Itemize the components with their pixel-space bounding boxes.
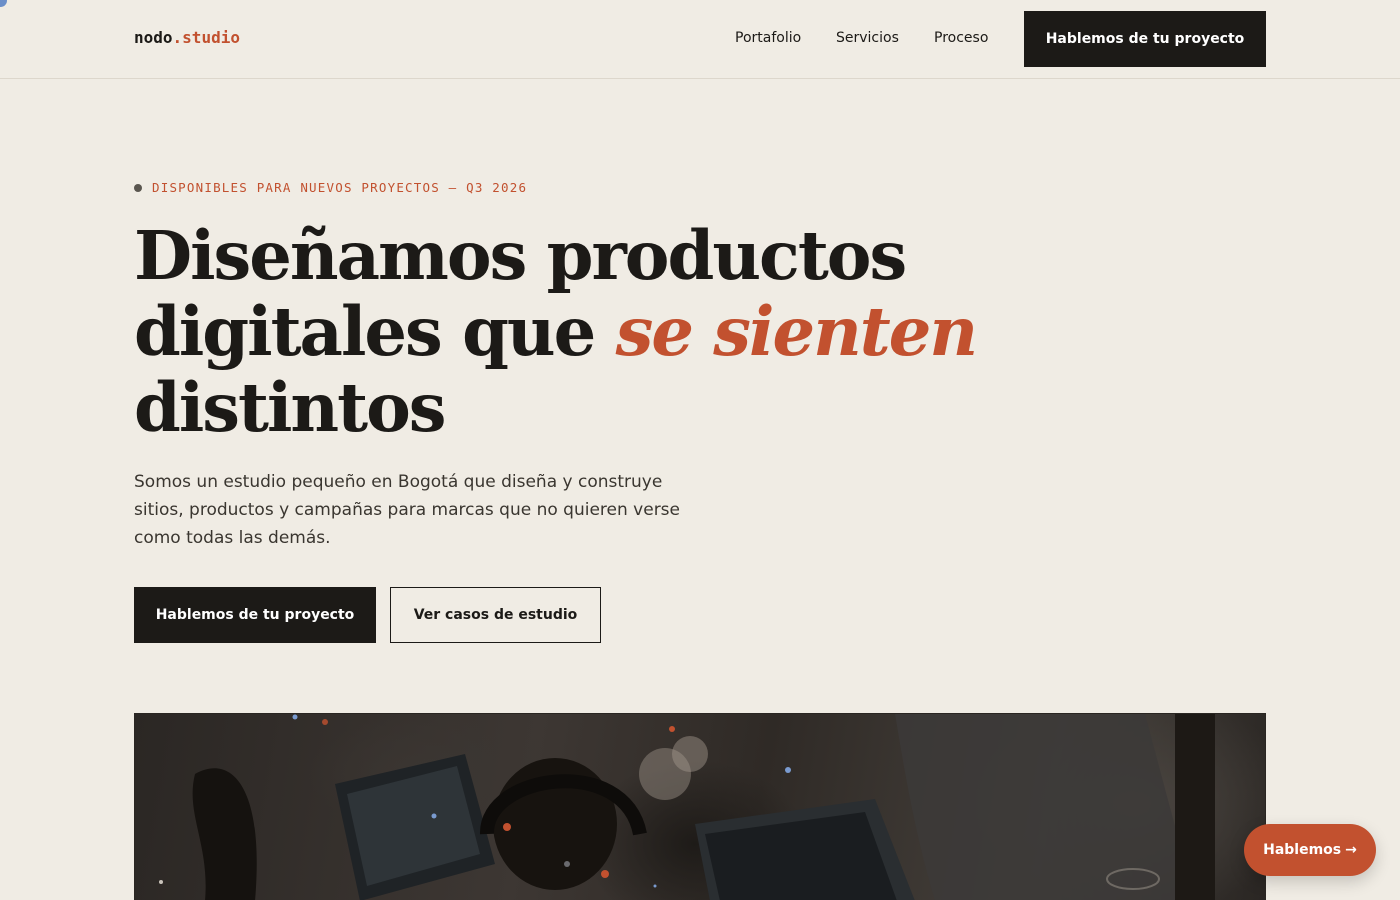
particle-dot (159, 880, 163, 884)
header-contact-button[interactable]: Hablemos de tu proyecto (1024, 11, 1266, 67)
particle-dot (503, 823, 511, 831)
particle-dot (322, 719, 328, 725)
floating-contact-label: Hablemos (1263, 842, 1342, 858)
primary-contact-button[interactable]: Hablemos de tu proyecto (134, 587, 376, 643)
nav-link-portafolio[interactable]: Portafolio (735, 30, 801, 46)
headline-accent: se sienten (615, 292, 978, 371)
particle-dot (601, 870, 609, 878)
logo-suffix: studio (182, 28, 240, 47)
logo-dot: . (172, 28, 183, 47)
case-studies-button[interactable]: Ver casos de estudio (390, 587, 601, 643)
hero-team-photo (134, 713, 1266, 900)
particle-dot (785, 767, 791, 773)
photo-flowers-2 (672, 736, 708, 772)
nav-link-proceso[interactable]: Proceso (934, 30, 988, 46)
particle-dot (564, 861, 570, 867)
particle-dot (653, 884, 657, 888)
particle-dot (292, 714, 298, 720)
nav-link-servicios[interactable]: Servicios (836, 30, 899, 46)
floating-contact-button[interactable]: Hablemos → (1244, 824, 1376, 876)
photo-chair (1175, 714, 1215, 900)
hero-photo-illustration (159, 714, 1215, 900)
particle-dot (669, 726, 675, 732)
status-dot-icon (134, 183, 142, 192)
photo-person-left (192, 768, 257, 900)
hero-description: Somos un estudio pequeño en Bogotá que d… (134, 472, 681, 548)
hero-headline: Diseñamos productos digitales que se sie… (134, 218, 1034, 446)
particle-dot (431, 813, 437, 819)
availability-eyebrow: DISPONIBLES PARA NUEVOS PROYECTOS — Q3 2… (134, 180, 527, 195)
logo-brand: nodo (134, 28, 173, 47)
logo[interactable]: nodo.studio (134, 28, 240, 47)
site-header: nodo.studio Portafolio Servicios Proceso… (0, 0, 1400, 79)
eyebrow-text: DISPONIBLES PARA NUEVOS PROYECTOS — Q3 2… (152, 180, 528, 195)
arrow-right-icon: → (1345, 842, 1357, 858)
headline-part-2: distintos (134, 368, 446, 447)
